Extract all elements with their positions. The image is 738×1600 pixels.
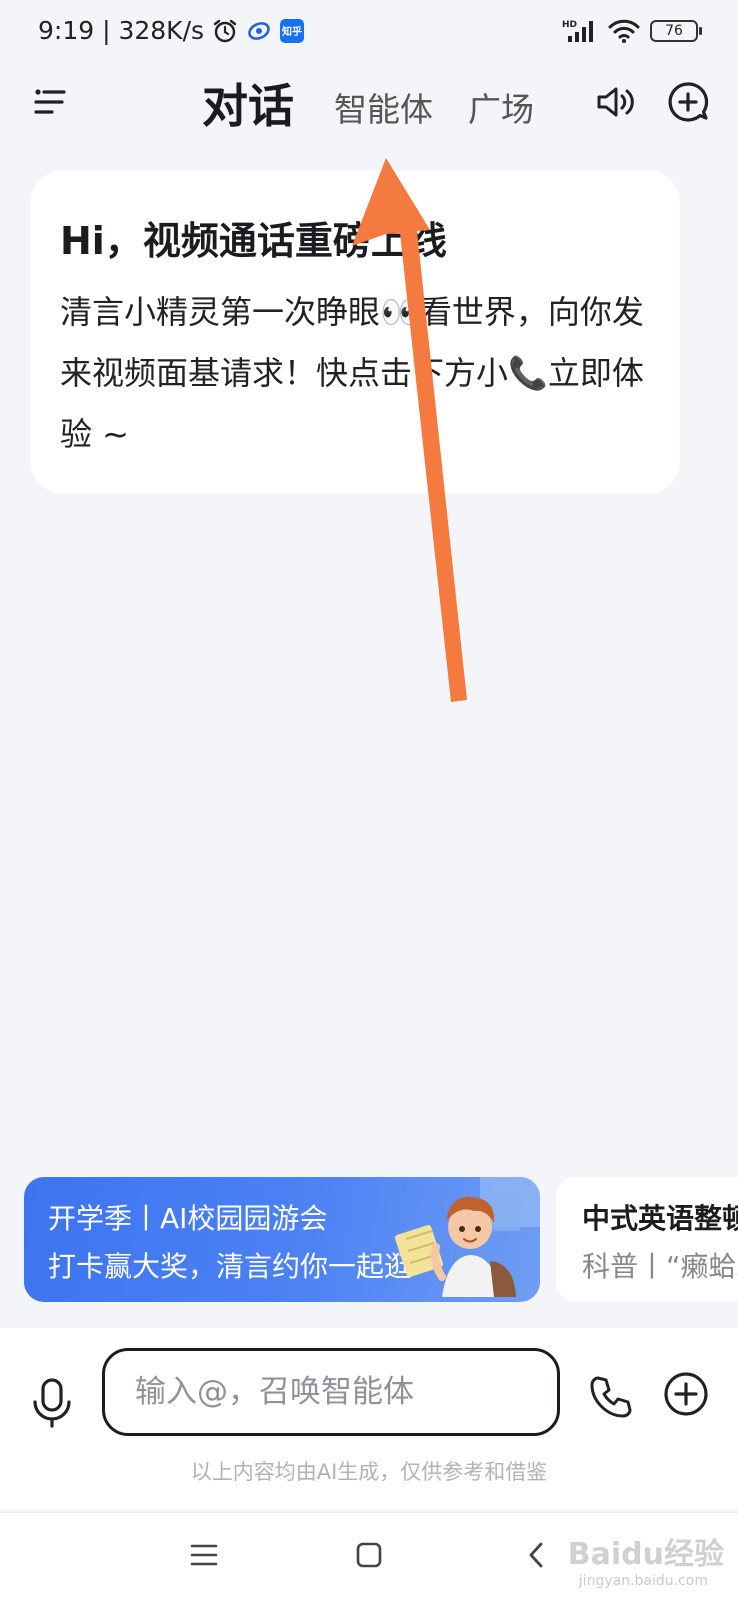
tab-chat[interactable]: 对话	[202, 68, 294, 138]
welcome-card-body: 清言小精灵第一次睁眼👀看世界，向你发来视频面基请求！快点击下方小📞立即体验 ~	[60, 293, 644, 453]
menu-button[interactable]	[30, 82, 74, 122]
status-left: 9:19 | 328K/s 知乎	[38, 16, 305, 45]
baidu-watermark-url: jingyan.baidu.com	[578, 1573, 708, 1589]
browser-app-icon	[246, 18, 272, 44]
message-input[interactable]	[102, 1348, 560, 1436]
baidu-watermark: Baidu经验	[567, 1537, 724, 1572]
cartoon-student-illustration	[394, 1177, 540, 1297]
speaker-button[interactable]	[594, 82, 638, 122]
promo-subtitle: 科普丨“癞蛤蟆	[582, 1250, 738, 1283]
wifi-icon	[608, 18, 640, 44]
cellular-signal-icon: HD	[562, 18, 598, 44]
plus-circle-icon	[664, 1372, 708, 1416]
promo-title: 开学季丨AI校园园游会	[48, 1202, 328, 1235]
menu-icon	[34, 89, 66, 114]
status-bar: 9:19 | 328K/s 知乎 HD 76	[0, 0, 738, 64]
alarm-icon	[212, 18, 238, 44]
promo-card-campus[interactable]: 开学季丨AI校园园游会 打卡赢大奖，清言约你一起逛~	[24, 1177, 540, 1302]
promo-title: 中式英语整顿	[582, 1202, 738, 1235]
tab-square[interactable]: 广场	[468, 72, 534, 142]
back-icon	[529, 1542, 543, 1568]
status-time-speed: 9:19 | 328K/s	[38, 16, 205, 45]
zhihu-app-icon: 知乎	[280, 18, 305, 43]
hd-label: HD	[562, 20, 577, 30]
status-right: HD 76	[562, 18, 702, 44]
back-button[interactable]	[514, 1533, 558, 1577]
battery-indicator: 76	[650, 20, 702, 42]
home-icon	[356, 1542, 382, 1568]
voice-input-button[interactable]	[30, 1378, 74, 1428]
new-chat-button[interactable]	[666, 80, 710, 124]
promo-subtitle: 打卡赢大奖，清言约你一起逛~	[48, 1250, 436, 1283]
more-options-button[interactable]	[662, 1370, 710, 1418]
home-button[interactable]	[347, 1533, 391, 1577]
top-header: 对话 智能体 广场	[0, 68, 738, 138]
welcome-card[interactable]: Hi，视频通话重磅上线 清言小精灵第一次睁眼👀看世界，向你发来视频面基请求！快点…	[30, 170, 680, 494]
ai-disclaimer: 以上内容均由AI生成，仅供参考和借鉴	[190, 1460, 548, 1484]
tab-agents[interactable]: 智能体	[334, 72, 433, 142]
video-call-button[interactable]	[588, 1374, 634, 1420]
promo-card-english[interactable]: 中式英语整顿 科普丨“癞蛤蟆	[556, 1177, 738, 1302]
speaker-icon	[597, 87, 634, 117]
microphone-icon	[33, 1378, 71, 1428]
welcome-card-title: Hi，视频通话重磅上线	[60, 219, 447, 263]
input-area: 以上内容均由AI生成，仅供参考和借鉴	[0, 1328, 738, 1510]
system-nav-bar: Baidu经验 jingyan.baidu.com	[0, 1512, 738, 1600]
phone-icon	[590, 1376, 632, 1418]
recents-icon	[190, 1544, 218, 1566]
new-chat-icon	[668, 82, 709, 122]
recents-button[interactable]	[182, 1533, 226, 1577]
